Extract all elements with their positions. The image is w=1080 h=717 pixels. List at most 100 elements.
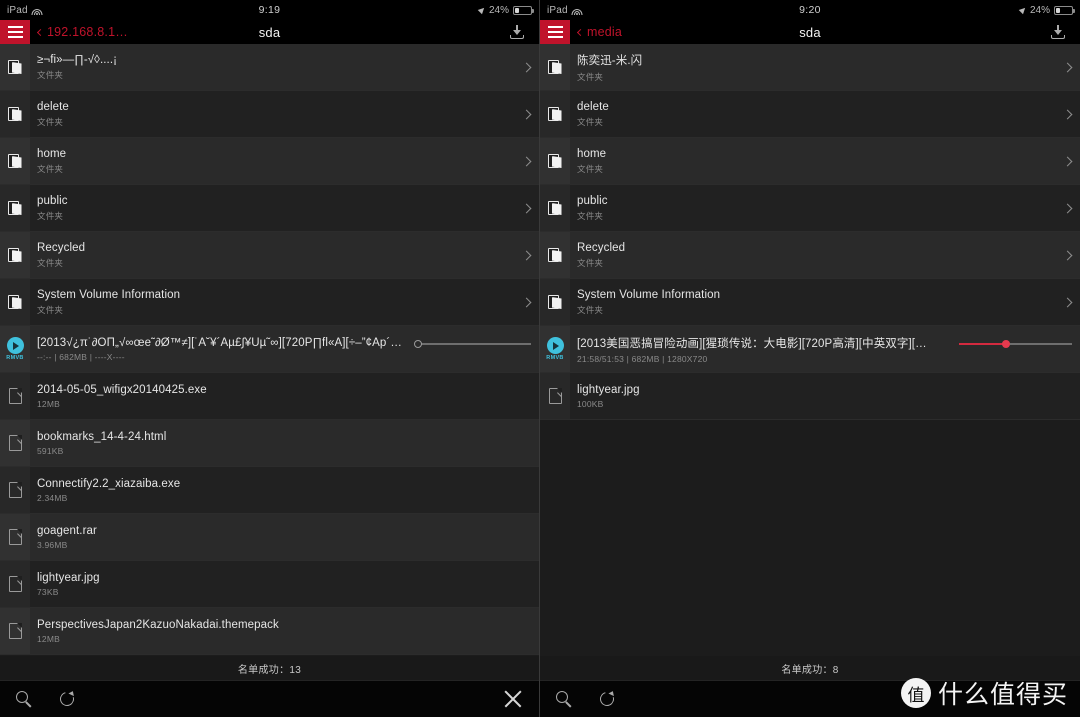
battery-fill [515,7,520,13]
play-icon [546,337,564,354]
file-meta: 100KB [577,398,604,409]
row-info: lightyear.jpg 73KB [30,561,513,607]
row-info: 2014-05-05_wifigx20140425.exe 12MB [30,373,513,419]
file-meta: 文件夹 [37,304,64,315]
file-meta: 文件夹 [577,304,604,315]
file-list-row[interactable]: System Volume Information 文件夹 [540,279,1080,326]
file-list-row[interactable]: home 文件夹 [540,138,1080,185]
file-name: [2013√¿π˙∂ÒΠ„√∞œe˜∂Ø™≠][˙À˘¥´Àµ£∫¥Ûµ˜∞][… [37,336,402,349]
file-list-row[interactable]: Connectify2.2_xiazaiba.exe 2.34MB [0,467,539,514]
panel-right: iPad 9:20 24% media sda 陈奕迅-米.闪 文件夹 delete 文件夹 ho… [540,0,1080,717]
navigation-bar: media sda [540,20,1080,44]
row-info: ≥¬fi»—∏-√◊....¡ 文件夹 [30,44,513,90]
row-info: delete 文件夹 [30,91,513,137]
file-name: PerspectivesJapan2KazuoNakadai.themepack [37,618,279,631]
file-meta: 文件夹 [577,257,604,268]
chevron-right-icon [521,203,531,213]
slider-fill [959,343,1007,345]
file-list-row[interactable]: ≥¬fi»—∏-√◊....¡ 文件夹 [0,44,539,91]
file-list-row[interactable]: home 文件夹 [0,138,539,185]
folder-icon-front [551,203,562,215]
file-meta: 21:58/51:53 | 682MB | 1280X720 [577,353,708,364]
file-name: public [577,194,608,207]
file-name: bookmarks_14-4-24.html [37,430,167,443]
file-meta: 文件夹 [577,116,604,127]
file-list-row[interactable]: 2014-05-05_wifigx20140425.exe 12MB [0,373,539,420]
row-icon-cell [0,467,30,513]
file-list-row[interactable]: PerspectivesJapan2KazuoNakadai.themepack… [0,608,539,655]
search-icon[interactable] [556,690,573,708]
file-list-row[interactable]: goagent.rar 3.96MB [0,514,539,561]
chevron-right-icon [1062,156,1072,166]
file-list-row[interactable]: Recycled 文件夹 [540,232,1080,279]
playback-progress-slider[interactable] [959,326,1072,372]
file-meta: 12MB [37,633,61,644]
back-button[interactable]: media [576,25,622,39]
status-bar-right: 24% [1018,4,1075,16]
file-list-row[interactable]: lightyear.jpg 100KB [540,373,1080,420]
file-meta: 文件夹 [577,163,604,174]
file-meta: 文件夹 [577,210,604,221]
back-button[interactable]: 192.168.8.1… [36,25,128,39]
hamburger-menu-icon[interactable] [0,20,30,44]
slider-knob[interactable] [1002,339,1011,348]
row-icon-cell [540,373,570,419]
file-list-row[interactable]: lightyear.jpg 73KB [0,561,539,608]
file-list-row[interactable]: public 文件夹 [0,185,539,232]
slider-knob[interactable] [414,339,422,348]
hamburger-menu-icon[interactable] [540,20,570,44]
folder-icon [547,59,563,75]
row-chevron-cell [513,279,539,325]
row-info: Recycled 文件夹 [30,232,513,278]
chevron-left-icon [576,28,585,36]
battery-percent-label: 24% [1029,4,1050,16]
search-handle [565,700,572,707]
file-list-row[interactable]: RMVB [2013美国恶搞冒险动画][猩琐传说：大电影][720P高清][中英双… [540,326,1080,373]
file-list-row[interactable]: bookmarks_14-4-24.html 591KB [0,420,539,467]
folder-icon [7,106,23,122]
file-list-row[interactable]: Recycled 文件夹 [0,232,539,279]
file-list-row[interactable]: public 文件夹 [540,185,1080,232]
row-chevron-cell [1054,373,1080,419]
search-icon[interactable] [16,690,33,708]
playback-progress-slider[interactable] [414,326,531,372]
panel-left: iPad 9:19 24% 192.168.8.1… sda ≥¬fi»—∏-√◊....… [0,0,540,717]
file-list-row[interactable]: delete 文件夹 [540,91,1080,138]
file-name: System Volume Information [577,288,721,301]
file-icon [548,388,562,404]
file-list-row[interactable]: System Volume Information 文件夹 [0,279,539,326]
row-icon-cell [0,44,30,90]
file-list-row[interactable]: delete 文件夹 [0,91,539,138]
download-icon[interactable] [509,24,525,40]
chevron-right-icon [521,109,531,119]
chevron-right-icon [1062,203,1072,213]
row-chevron-cell [1054,44,1080,90]
folder-icon-front [551,297,562,309]
folder-icon [547,294,563,310]
file-list: 陈奕迅-米.闪 文件夹 delete 文件夹 home 文件夹 public 文件夹 Recyc… [540,44,1080,656]
file-meta: 文件夹 [577,71,604,82]
location-arrow-icon [477,5,487,15]
refresh-icon[interactable] [597,688,617,709]
close-icon[interactable] [503,689,523,709]
row-info: home 文件夹 [30,138,513,184]
file-list-row[interactable]: 陈奕迅-米.闪 文件夹 [540,44,1080,91]
status-bar-right: 24% [477,5,534,16]
list-status-label: 名单成功：13 [0,656,539,680]
row-chevron-cell [1054,232,1080,278]
refresh-icon[interactable] [57,688,77,709]
search-handle [25,700,32,707]
row-info: 陈奕迅-米.闪 文件夹 [570,44,1054,90]
file-list-row[interactable]: RMVB [2013√¿π˙∂ÒΠ„√∞œe˜∂Ø™≠][˙À˘¥´Àµ£∫¥Ûµ… [0,326,539,373]
back-button-label: 192.168.8.1… [47,25,128,39]
folder-icon-front [11,156,22,168]
download-icon[interactable] [1050,24,1066,40]
slider-track [418,343,531,345]
row-icon-cell [540,185,570,231]
row-info: Recycled 文件夹 [570,232,1054,278]
folder-icon-front [551,62,562,74]
download-tray [510,35,524,39]
video-format-label: RMVB [6,355,24,361]
row-chevron-cell [1054,91,1080,137]
row-chevron-cell [1054,138,1080,184]
